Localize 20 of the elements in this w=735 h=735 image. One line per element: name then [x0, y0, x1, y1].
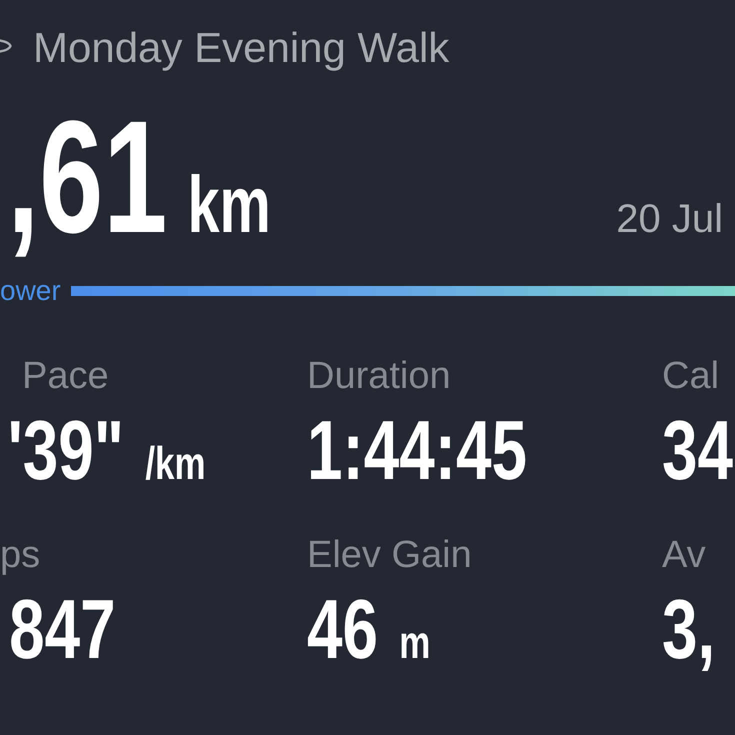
stat-value: 3,: [662, 587, 716, 671]
activity-title: Monday Evening Walk: [33, 24, 450, 72]
power-label: ower: [0, 275, 61, 307]
stat-label: Cal: [662, 354, 720, 398]
stat-value: 46: [307, 587, 378, 671]
stat-value: 34: [662, 408, 734, 492]
stat-unit: m: [399, 619, 430, 665]
stat-label: Av: [662, 533, 706, 577]
stat-unit: /km: [145, 440, 206, 486]
stat-value: 847: [9, 587, 116, 671]
stat-label: Pace: [21, 354, 109, 398]
stat-label: Duration: [307, 354, 451, 398]
activity-icon: [0, 39, 12, 53]
distance-unit: km: [188, 165, 271, 245]
activity-date: 20 Jul: [616, 197, 723, 241]
stat-label: Elev Gain: [307, 533, 472, 577]
stat-value: 1:44:45: [307, 408, 528, 492]
stat-value: '39": [8, 408, 124, 492]
distance-value: ,61: [7, 97, 168, 257]
stat-label: ps: [0, 533, 40, 577]
